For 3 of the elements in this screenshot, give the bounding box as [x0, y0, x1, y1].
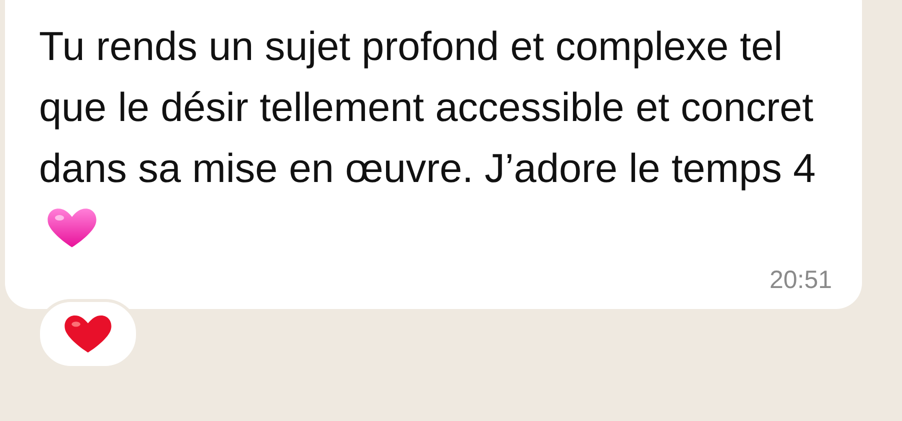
- message-time: 20:51: [769, 266, 832, 295]
- heart-icon: [64, 313, 112, 355]
- message-text: Tu rends un sujet profond et complexe tel que le désir tellement accessible et concret dans sa mise en œuvre. J’adore le temps 4: [39, 23, 816, 191]
